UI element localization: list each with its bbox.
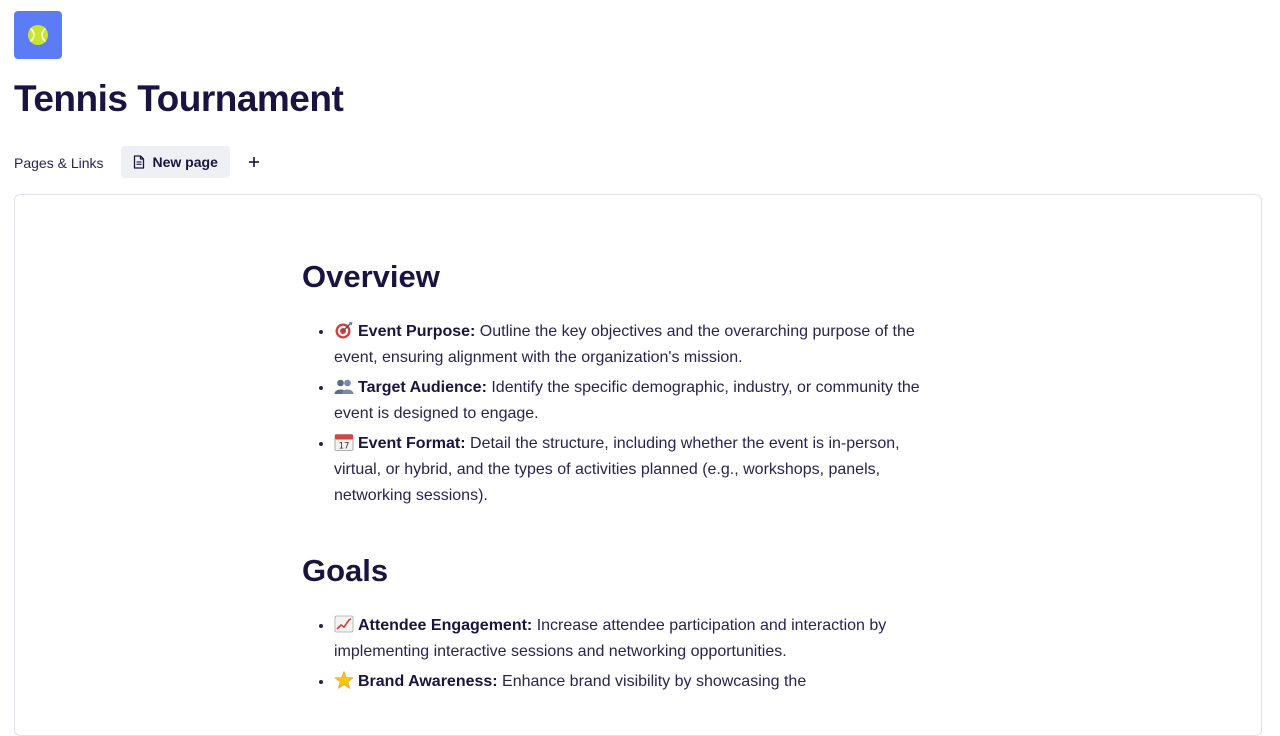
- section-heading-overview[interactable]: Overview: [302, 255, 942, 299]
- target-icon: [335, 322, 353, 339]
- document-editor[interactable]: Overview Event Purpose: Outline the key …: [14, 194, 1262, 736]
- plus-icon: [248, 157, 259, 167]
- list-item[interactable]: 17 Event Format: Detail the structure, i…: [334, 431, 942, 509]
- item-title: Event Purpose:: [358, 323, 476, 340]
- page-title[interactable]: Tennis Tournament: [14, 78, 344, 120]
- new-page-label: New page: [152, 154, 218, 170]
- tennis-ball-icon: [28, 25, 48, 45]
- pages-links-bar: Pages & Links New page: [14, 146, 262, 178]
- section-heading-goals[interactable]: Goals: [302, 549, 942, 593]
- list-item[interactable]: Brand Awareness: Enhance brand visibilit…: [334, 669, 942, 695]
- calendar-icon: 17: [334, 434, 354, 452]
- pages-links-label: Pages & Links: [14, 155, 104, 171]
- item-text: Enhance brand visibility by showcasing t…: [497, 673, 807, 690]
- people-icon: [334, 379, 354, 394]
- list-item[interactable]: Target Audience: Identify the specific d…: [334, 375, 942, 427]
- overview-list: Event Purpose: Outline the key objective…: [302, 319, 942, 509]
- star-icon: [334, 671, 354, 689]
- item-title: Event Format:: [358, 435, 466, 452]
- add-page-button[interactable]: [246, 154, 262, 170]
- goals-list: Attendee Engagement: Increase attendee p…: [302, 613, 942, 695]
- item-title: Target Audience:: [358, 379, 487, 396]
- document-content[interactable]: Overview Event Purpose: Outline the key …: [302, 255, 942, 699]
- item-title: Attendee Engagement:: [358, 617, 533, 634]
- document-icon: [133, 155, 144, 169]
- list-item[interactable]: Event Purpose: Outline the key objective…: [334, 319, 942, 371]
- svg-text:17: 17: [339, 442, 350, 452]
- chart-increasing-icon: [334, 615, 354, 633]
- page-icon[interactable]: [14, 11, 62, 59]
- new-page-link[interactable]: New page: [120, 146, 230, 178]
- list-item[interactable]: Attendee Engagement: Increase attendee p…: [334, 613, 942, 665]
- item-title: Brand Awareness:: [358, 673, 498, 690]
